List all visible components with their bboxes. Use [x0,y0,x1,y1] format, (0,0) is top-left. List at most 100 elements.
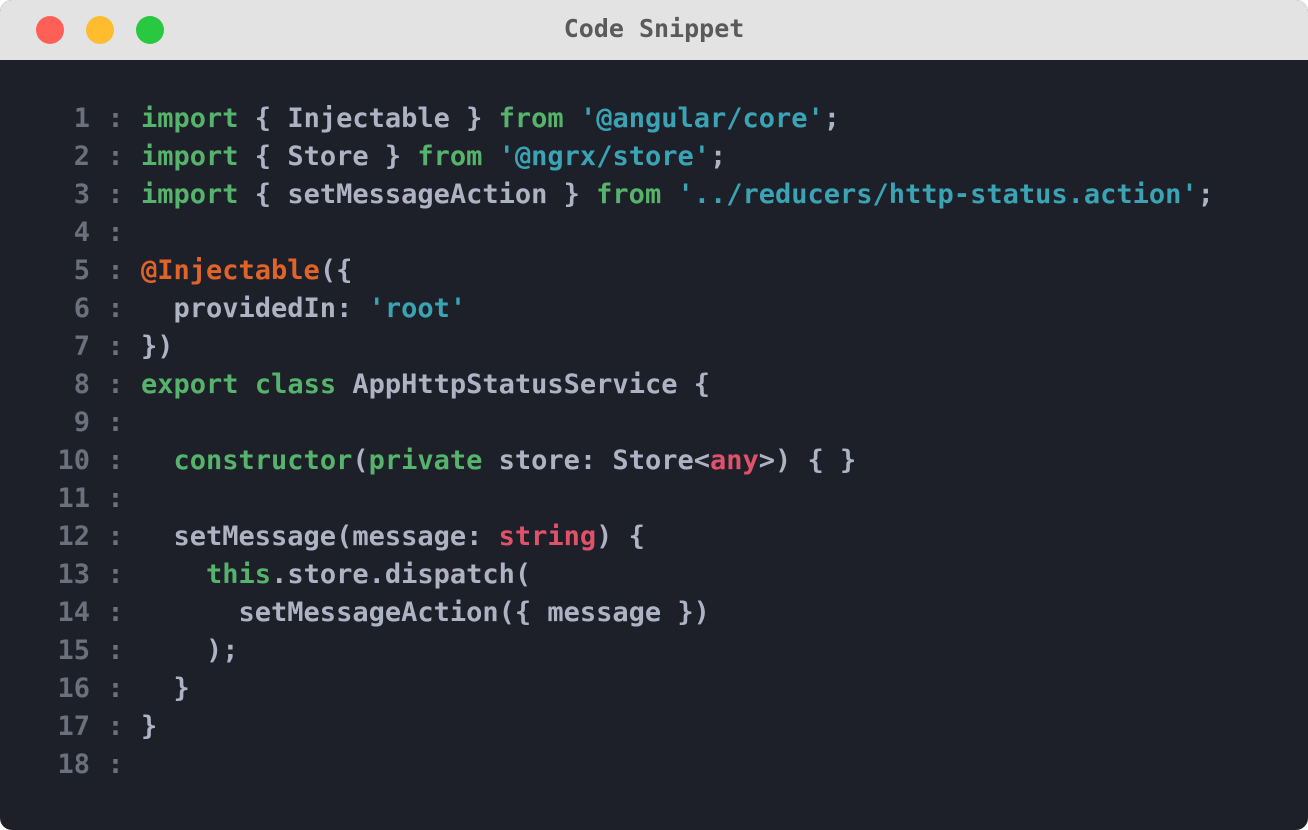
code-token: '@ngrx/store' [498,141,710,172]
code-token: ; [1197,179,1214,210]
code-token: import [141,141,239,172]
code-line: 13: this.store.dispatch( [0,556,1308,594]
code-token: constructor [173,445,353,476]
code-line: 6: providedIn: 'root' [0,290,1308,328]
code-token: from [498,103,564,134]
line-number: 18 [57,749,90,780]
code-line: 2: import { Store } from '@ngrx/store'; [0,138,1308,176]
line-number: 13 [57,559,90,590]
code-token: from [417,141,483,172]
line-number: 16 [57,673,90,704]
line-separator: : [107,521,124,552]
code-token: export [141,369,239,400]
code-token: '../reducers/http-status.action' [677,179,1198,210]
code-token: this [206,559,272,590]
line-separator: : [107,597,124,628]
code-line: 10: constructor(private store: Store<any… [0,442,1308,480]
line-separator: : [107,559,124,590]
code-line: 15: ); [0,632,1308,670]
line-separator: : [107,673,124,704]
line-number: 6 [73,293,90,324]
code-token: string [498,521,597,552]
code-token: AppHttpStatusService { [336,369,710,400]
code-token: store: Store< [482,445,710,476]
code-token: ; [709,141,727,172]
line-separator: : [107,369,124,400]
code-line: 7:}) [0,328,1308,366]
line-number: 10 [57,445,90,476]
code-token: any [709,445,759,476]
window-title: Code Snippet [563,14,745,43]
code-token: ); [141,635,239,666]
code-line: 8: export class AppHttpStatusService { [0,366,1308,404]
code-token: setMessage(message: [141,521,499,552]
code-token: private [368,445,483,476]
code-token: setMessageAction({ message }) [141,597,710,628]
code-line: 1: import { Injectable } from '@angular/c… [0,100,1308,138]
code-token: } [141,673,190,704]
code-token: } [141,711,158,742]
code-line: 17:} [0,708,1308,746]
title-bar: Code Snippet [0,0,1308,60]
code-line: 4: [0,214,1308,252]
line-separator: : [107,749,124,780]
code-token: .store.dispatch( [271,559,532,590]
line-separator: : [107,179,124,210]
code-token: import [141,179,239,210]
code-line: 3: import { setMessageAction } from '../r… [0,176,1308,214]
code-token: providedIn: [141,293,369,324]
line-number: 15 [57,635,90,666]
line-number: 3 [73,179,90,210]
code-token: { Injectable } [238,103,499,134]
line-number: 5 [73,255,90,286]
line-number: 8 [73,369,90,400]
line-separator: : [107,217,124,248]
line-separator: : [107,483,124,514]
code-token: }) [141,331,174,362]
line-separator: : [107,255,124,286]
line-number: 14 [57,597,90,628]
code-token: from [596,179,662,210]
code-token: { setMessageAction } [238,179,597,210]
code-token: ; [823,103,841,134]
code-line: 18: [0,746,1308,784]
line-number: 17 [57,711,90,742]
line-number: 11 [57,483,90,514]
line-separator: : [107,635,124,666]
code-area[interactable]: 1: import { Injectable } from '@angular/c… [0,100,1308,784]
code-token: >) { } [758,445,857,476]
line-separator: : [107,331,124,362]
code-line: 14: setMessageAction({ message }) [0,594,1308,632]
code-token: ({ [319,255,353,286]
line-separator: : [107,141,124,172]
line-number: 2 [73,141,90,172]
code-line: 16: } [0,670,1308,708]
line-separator: : [107,293,124,324]
code-token: 'root' [368,293,467,324]
line-separator: : [107,711,124,742]
code-token: { Store } [238,141,418,172]
line-number: 12 [57,521,90,552]
code-token: '@angular/core' [579,103,824,134]
code-token: ) { [596,521,645,552]
code-token: class [254,369,337,400]
line-number: 1 [73,103,90,134]
line-separator: : [107,103,124,134]
code-line: 9: [0,404,1308,442]
line-separator: : [107,445,124,476]
code-line: 5: @Injectable({ [0,252,1308,290]
code-line: 12: setMessage(message: string) { [0,518,1308,556]
code-line: 11: [0,480,1308,518]
line-separator: : [107,407,124,438]
code-token: ( [352,445,369,476]
line-number: 4 [73,217,90,248]
code-token: @Injectable [141,255,320,286]
code-token: import [141,103,239,134]
line-number: 9 [73,407,90,438]
